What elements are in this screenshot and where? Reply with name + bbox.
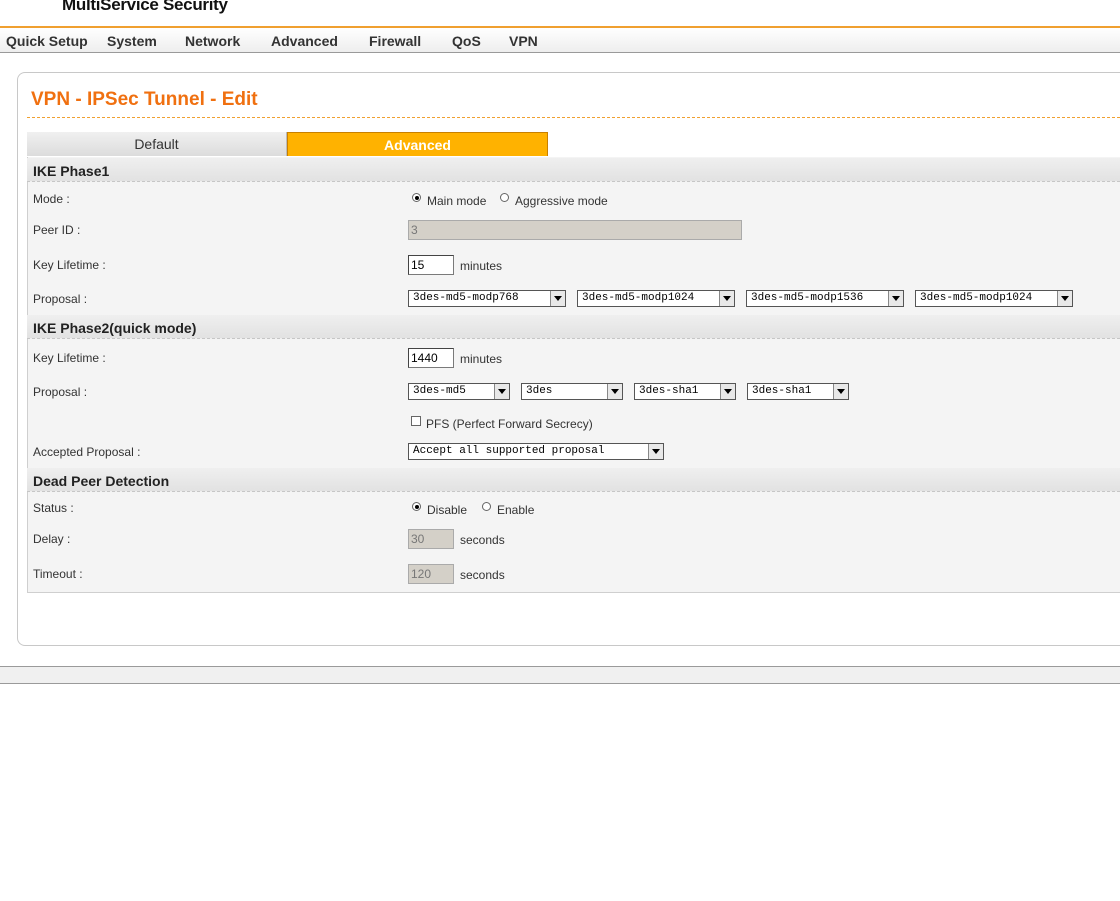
dpd-enable-label: Enable <box>497 503 535 517</box>
menu-system[interactable]: System <box>107 33 157 49</box>
chevron-down-icon <box>833 384 848 399</box>
dpd-timeout-label: Timeout : <box>33 567 83 581</box>
peer-id-label: Peer ID : <box>33 223 81 237</box>
section-title: IKE Phase2(quick mode) <box>33 320 197 336</box>
footer-bar <box>0 666 1120 684</box>
select-value: 3des-md5-modp768 <box>413 292 519 304</box>
section-dead-peer-detection: Dead Peer Detection <box>27 468 1120 492</box>
select-value: 3des-md5-modp1024 <box>920 292 1033 304</box>
chevron-down-icon <box>1057 291 1072 306</box>
menu-qos[interactable]: QoS <box>452 33 481 49</box>
section-title: Dead Peer Detection <box>33 473 170 489</box>
dpd-status-label: Status : <box>33 501 74 515</box>
dpd-delay-input[interactable] <box>408 529 454 549</box>
dpd-timeout-unit: seconds <box>460 568 505 582</box>
dpd-delay-label: Delay : <box>33 532 71 546</box>
select-value: 3des-sha1 <box>639 385 699 397</box>
section-title: IKE Phase1 <box>33 163 110 179</box>
phase1-proposal-select-2[interactable]: 3des-md5-modp1024 <box>577 290 735 307</box>
chevron-down-icon <box>648 444 663 459</box>
menu-network[interactable]: Network <box>185 33 240 49</box>
chevron-down-icon <box>719 291 734 306</box>
select-value: 3des-md5-modp1024 <box>582 292 695 304</box>
select-value: 3des <box>526 385 553 397</box>
phase1-key-lifetime-input[interactable] <box>408 255 454 275</box>
phase2-proposal-select-3[interactable]: 3des-sha1 <box>634 383 736 400</box>
phase1-key-lifetime-label: Key Lifetime : <box>33 258 106 272</box>
phase2-proposal-select-1[interactable]: 3des-md5 <box>408 383 510 400</box>
tab-default[interactable]: Default <box>27 132 287 156</box>
peer-id-input[interactable] <box>408 220 742 240</box>
page-title: VPN - IPSec Tunnel - Edit <box>31 89 258 110</box>
section-ike-phase2: IKE Phase2(quick mode) <box>27 315 1120 339</box>
main-mode-label: Main mode <box>427 194 487 208</box>
select-value: 3des-md5 <box>413 385 466 397</box>
dpd-disable-label: Disable <box>427 503 468 517</box>
phase1-key-lifetime-unit: minutes <box>460 259 503 273</box>
mode-label: Mode : <box>33 192 70 206</box>
chevron-down-icon <box>888 291 903 306</box>
phase1-proposal-select-1[interactable]: 3des-md5-modp768 <box>408 290 566 307</box>
phase2-proposal-label: Proposal : <box>33 385 88 399</box>
aggressive-mode-radio[interactable] <box>500 193 509 202</box>
accepted-proposal-select[interactable]: Accept all supported proposal <box>408 443 664 460</box>
phase2-proposal-select-2[interactable]: 3des <box>521 383 623 400</box>
phase1-proposal-label: Proposal : <box>33 292 88 306</box>
dpd-timeout-input[interactable] <box>408 564 454 584</box>
pfs-checkbox[interactable] <box>411 416 421 426</box>
chevron-down-icon <box>550 291 565 306</box>
select-value: Accept all supported proposal <box>413 445 605 457</box>
select-value: 3des-sha1 <box>752 385 812 397</box>
menu-firewall[interactable]: Firewall <box>369 33 421 49</box>
section-ike-phase1: IKE Phase1 <box>27 158 1120 182</box>
chevron-down-icon <box>607 384 622 399</box>
phase2-key-lifetime-unit: minutes <box>460 352 503 366</box>
chevron-down-icon <box>720 384 735 399</box>
select-value: 3des-md5-modp1536 <box>751 292 864 304</box>
chevron-down-icon <box>494 384 509 399</box>
dpd-disable-radio[interactable] <box>412 502 421 511</box>
main-mode-radio[interactable] <box>412 193 421 202</box>
phase2-key-lifetime-input[interactable] <box>408 348 454 368</box>
phase1-proposal-select-3[interactable]: 3des-md5-modp1536 <box>746 290 904 307</box>
menu-advanced[interactable]: Advanced <box>271 33 338 49</box>
dpd-enable-radio[interactable] <box>482 502 491 511</box>
aggressive-mode-label: Aggressive mode <box>515 194 608 208</box>
phase2-proposal-select-4[interactable]: 3des-sha1 <box>747 383 849 400</box>
pfs-label: PFS (Perfect Forward Secrecy) <box>426 417 593 431</box>
phase2-key-lifetime-label: Key Lifetime : <box>33 351 106 365</box>
accepted-proposal-label: Accepted Proposal : <box>33 445 141 459</box>
main-menu-bar: Quick Setup System Network Advanced Fire… <box>0 28 1120 53</box>
brand-title: MultiService Security <box>62 0 228 14</box>
title-divider <box>27 117 1120 118</box>
phase1-proposal-select-4[interactable]: 3des-md5-modp1024 <box>915 290 1073 307</box>
tab-advanced[interactable]: Advanced <box>287 132 548 156</box>
dpd-delay-unit: seconds <box>460 533 505 547</box>
menu-vpn[interactable]: VPN <box>509 33 538 49</box>
menu-quick-setup[interactable]: Quick Setup <box>6 33 88 49</box>
